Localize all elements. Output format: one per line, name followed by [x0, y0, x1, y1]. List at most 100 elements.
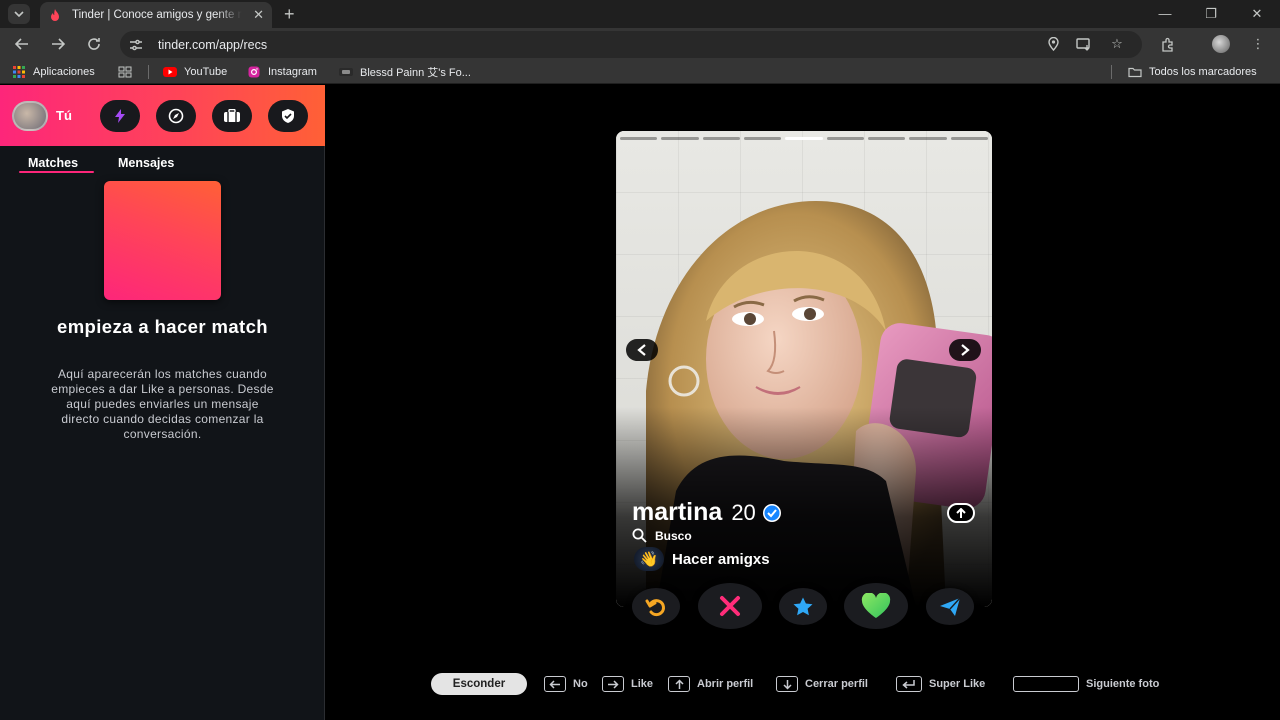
next-photo-button[interactable]	[949, 339, 981, 361]
profile-label[interactable]: Tú	[56, 108, 72, 123]
url-text: tinder.com/app/recs	[158, 37, 268, 52]
photo-progress-bar	[620, 137, 988, 141]
super-like-button[interactable]	[779, 588, 827, 625]
boost-send-button[interactable]	[926, 588, 974, 625]
youtube-icon	[163, 67, 177, 77]
hint-close-profile: Cerrar perfil	[776, 675, 868, 693]
profile-avatar-icon[interactable]	[1210, 33, 1232, 55]
profile-card[interactable]: martina 20 Busco 👋 Hacer amigxs	[616, 131, 992, 607]
photo-progress-segment[interactable]	[743, 137, 782, 140]
chevron-down-icon	[14, 11, 24, 17]
address-bar[interactable]: tinder.com/app/recs ☆	[120, 31, 1142, 58]
browser-toolbar: tinder.com/app/recs ☆ ⋮	[0, 28, 1280, 60]
arrow-down-key-icon	[776, 676, 798, 692]
space-key-icon	[1013, 676, 1079, 692]
shield-icon	[282, 109, 294, 123]
arrow-right-key-icon	[602, 676, 624, 692]
chevron-right-icon	[961, 344, 970, 356]
previous-photo-button[interactable]	[626, 339, 658, 361]
photo-progress-segment[interactable]	[620, 137, 658, 140]
window-close-icon[interactable]: ✕	[1242, 4, 1272, 24]
hint-label: Like	[631, 678, 654, 690]
arrow-up-key-icon	[668, 676, 690, 692]
hint-like: Like	[602, 675, 653, 693]
sidebar: Tú Matches Mensajes empieza a hacer matc…	[0, 85, 325, 720]
photo-progress-segment[interactable]	[785, 137, 823, 140]
photo-progress-segment[interactable]	[661, 137, 699, 140]
active-tab-indicator	[19, 171, 94, 173]
tab-groups-icon[interactable]	[118, 63, 132, 81]
folder-icon	[1128, 67, 1142, 78]
action-buttons	[630, 583, 975, 629]
rewind-button[interactable]	[632, 588, 680, 625]
sidebar-tabs: Matches Mensajes	[0, 146, 325, 176]
bookmark-instagram[interactable]: Instagram	[247, 63, 317, 81]
looking-for-label: Busco	[655, 528, 692, 543]
install-app-icon[interactable]	[1075, 35, 1093, 53]
bookmark-label: Instagram	[268, 66, 317, 78]
chevron-left-icon	[637, 344, 646, 356]
bookmark-label: Blessd Painn 艾's Fo...	[360, 67, 471, 79]
close-icon[interactable]: ✕	[253, 7, 264, 23]
photo-progress-segment[interactable]	[826, 137, 864, 140]
arrow-up-icon	[956, 507, 966, 518]
hint-next-photo: Siguiente foto	[1013, 675, 1159, 693]
main-area: martina 20 Busco 👋 Hacer amigxs Esconder…	[326, 85, 1280, 720]
site-info-icon[interactable]	[124, 33, 148, 57]
bookmark-label: Todos los marcadores	[1149, 66, 1257, 78]
forward-icon[interactable]	[48, 34, 68, 54]
minimize-icon[interactable]: —	[1150, 4, 1180, 24]
bookmark-star-icon[interactable]: ☆	[1108, 35, 1126, 53]
photo-progress-segment[interactable]	[867, 137, 906, 140]
profile-name: martina	[632, 498, 723, 526]
back-icon[interactable]	[12, 34, 32, 54]
open-profile-button[interactable]	[947, 503, 975, 523]
photo-progress-segment[interactable]	[702, 137, 740, 140]
location-icon[interactable]	[1044, 35, 1062, 53]
reload-icon[interactable]	[84, 34, 104, 54]
briefcase-icon	[224, 109, 240, 122]
more-menu-icon[interactable]: ⋮	[1247, 33, 1269, 55]
relationship-goal-text: Hacer amigxs	[672, 550, 770, 568]
boost-button[interactable]	[100, 100, 140, 132]
hide-shortcuts-button[interactable]: Esconder	[431, 673, 527, 695]
work-button[interactable]	[212, 100, 252, 132]
hint-open-profile: Abrir perfil	[668, 675, 753, 693]
bookmark-youtube[interactable]: YouTube	[163, 63, 227, 81]
photo-progress-segment[interactable]	[950, 137, 988, 140]
hint-label: No	[573, 678, 588, 690]
tab-matches[interactable]: Matches	[28, 156, 78, 170]
avatar[interactable]	[12, 101, 48, 131]
hint-label: Abrir perfil	[697, 678, 754, 690]
like-button[interactable]	[844, 583, 908, 629]
new-tab-button[interactable]: +	[284, 4, 295, 24]
tab-search-button[interactable]	[8, 4, 30, 24]
super-like-icon	[793, 597, 813, 615]
profile-age: 20	[731, 500, 756, 525]
hint-super-like: Super Like	[896, 675, 985, 693]
boost-icon	[115, 109, 125, 123]
bookmark-apps[interactable]: Aplicaciones	[12, 63, 95, 81]
safety-button[interactable]	[268, 100, 308, 132]
page-favicon-icon	[339, 68, 353, 76]
explore-button[interactable]	[156, 100, 196, 132]
bookmark-label: Aplicaciones	[33, 66, 95, 78]
restore-icon[interactable]: ❐	[1196, 4, 1226, 24]
apps-grid-icon	[13, 66, 25, 78]
browser-tab-strip: Tinder | Conoce amigos y gente nueva ✕ +…	[0, 0, 1280, 28]
profile-name-row: martina 20	[632, 498, 782, 527]
bookmark-blessd[interactable]: Blessd Painn 艾's Fo...	[339, 63, 471, 81]
browser-tab-tinder[interactable]: Tinder | Conoce amigos y gente nueva ✕	[40, 2, 272, 28]
search-icon	[632, 528, 647, 543]
explore-icon	[168, 108, 184, 124]
extensions-icon[interactable]	[1157, 33, 1179, 55]
enter-key-icon	[896, 676, 922, 692]
all-bookmarks-folder[interactable]: Todos los marcadores	[1128, 63, 1257, 81]
send-icon	[940, 597, 961, 616]
tab-messages[interactable]: Mensajes	[118, 156, 174, 170]
match-placeholder-card	[104, 181, 221, 300]
photo-progress-segment[interactable]	[909, 137, 947, 140]
rewind-icon	[645, 598, 665, 616]
nope-button[interactable]	[698, 583, 762, 629]
bookmarks-bar: Aplicaciones YouTube Instagram Blessd Pa…	[0, 60, 1280, 84]
